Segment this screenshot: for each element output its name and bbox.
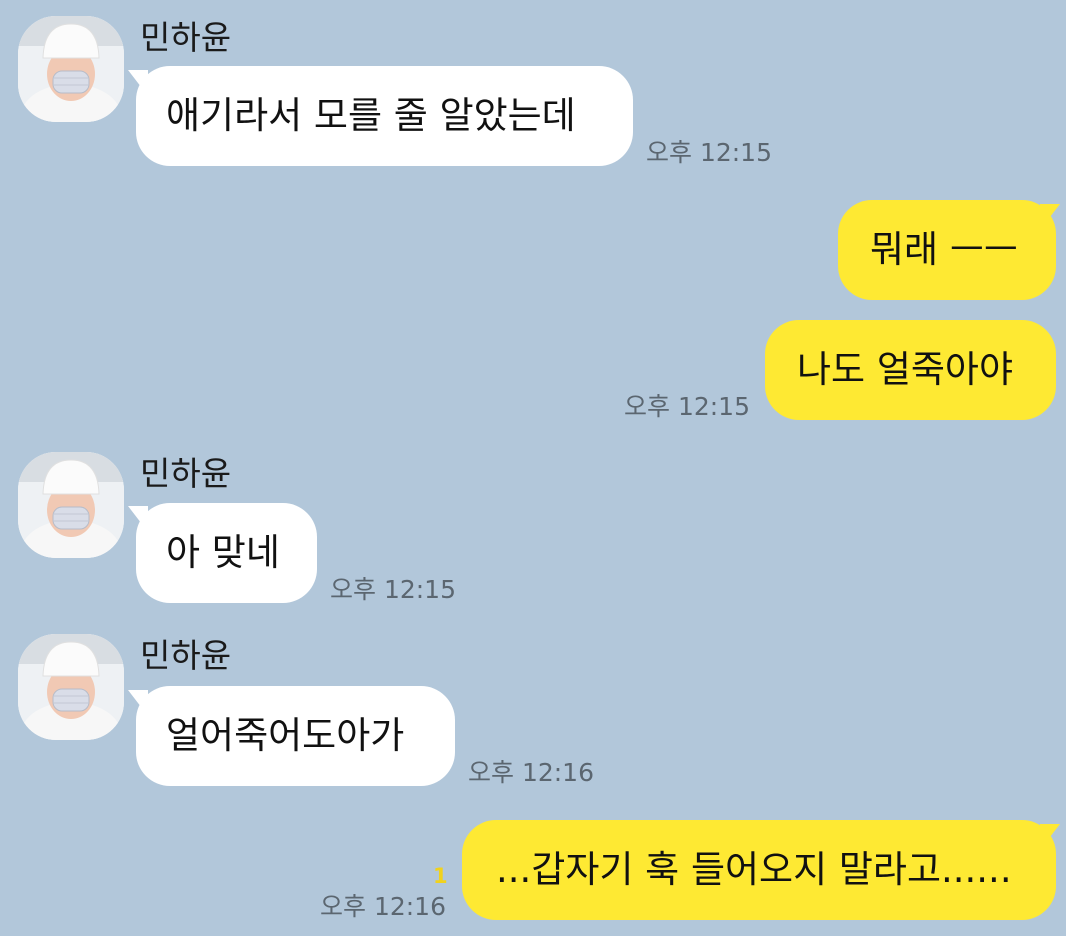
message-bubble-outgoing[interactable]: 뭐래 ㅡㅡ (838, 200, 1056, 300)
bubble-tail (1040, 204, 1060, 230)
message-bubble-incoming[interactable]: 아 맞네 (136, 503, 317, 603)
message-time: 오후 12:15 (646, 138, 772, 167)
profile-avatar-icon (18, 634, 124, 740)
message-time: 오후 12:16 (320, 892, 446, 921)
message-time: 오후 12:15 (624, 392, 750, 421)
avatar[interactable] (18, 634, 124, 740)
chat-room[interactable]: 민하윤 애기라서 모를 줄 알았는데 오후 12:15 뭐래 ㅡㅡ 나도 얼죽아… (0, 0, 1066, 936)
message-bubble-incoming[interactable]: 애기라서 모를 줄 알았는데 (136, 66, 633, 166)
sender-name: 민하윤 (140, 454, 232, 493)
unread-count: 1 (433, 864, 448, 888)
profile-avatar-icon (18, 16, 124, 122)
message-time: 오후 12:16 (468, 758, 594, 787)
profile-avatar-icon (18, 452, 124, 558)
sender-name: 민하윤 (140, 636, 232, 675)
avatar[interactable] (18, 16, 124, 122)
message-bubble-incoming[interactable]: 얼어죽어도아가 (136, 686, 455, 786)
message-bubble-outgoing[interactable]: ...갑자기 훅 들어오지 말라고...... (462, 820, 1056, 920)
sender-name: 민하윤 (140, 18, 232, 57)
message-bubble-outgoing[interactable]: 나도 얼죽아야 (765, 320, 1056, 420)
avatar[interactable] (18, 452, 124, 558)
bubble-tail (1040, 824, 1060, 850)
message-time: 오후 12:15 (330, 575, 456, 604)
